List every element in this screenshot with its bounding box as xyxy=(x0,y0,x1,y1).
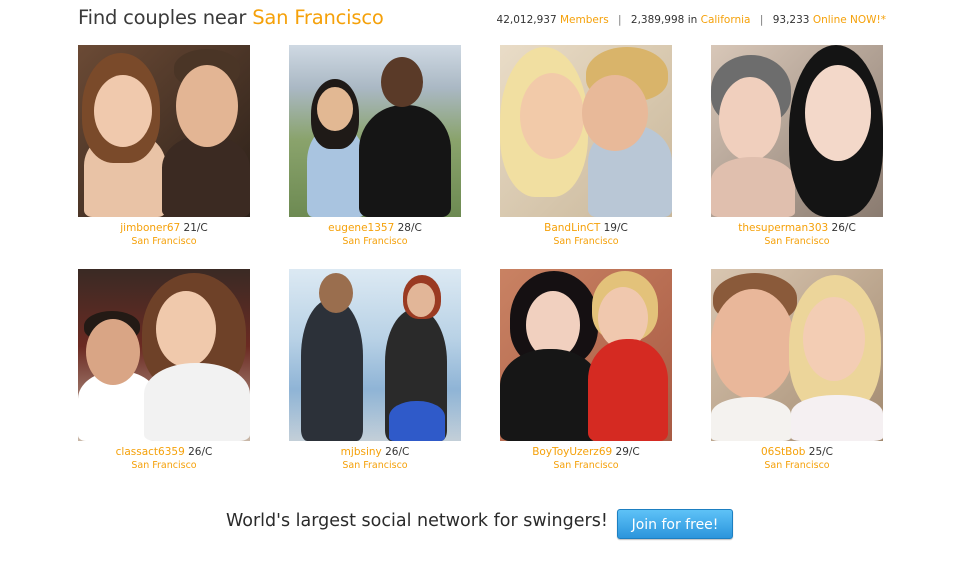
photo-figure xyxy=(805,65,871,161)
state-in-label: in xyxy=(687,14,698,26)
members-count: 42,012,937 xyxy=(496,14,557,26)
profile-age-type: 19/C xyxy=(603,222,628,234)
profile-username[interactable]: BoyToyUzerz69 xyxy=(532,446,612,458)
profile-username[interactable]: classact6359 xyxy=(116,446,185,458)
join-button[interactable]: Join for free! xyxy=(617,509,733,539)
site-stats: 42,012,937 Members | 2,389,998 in Califo… xyxy=(497,14,886,26)
profile-user-line: mjbsiny 26/C xyxy=(289,446,461,458)
photo-figure xyxy=(176,65,238,147)
profile-location[interactable]: San Francisco xyxy=(711,460,883,471)
profile-photo[interactable] xyxy=(78,45,250,217)
profile-username[interactable]: thesuperman303 xyxy=(738,222,828,234)
state-count: 2,389,998 xyxy=(630,14,685,26)
photo-figure xyxy=(319,273,353,313)
photo-figure xyxy=(144,363,250,441)
photo-figure xyxy=(711,157,795,217)
profile-user-line: thesuperman303 26/C xyxy=(711,222,883,234)
photo-figure xyxy=(719,77,781,161)
profile-username[interactable]: mjbsiny xyxy=(341,446,382,458)
profile-age-type: 21/C xyxy=(183,222,208,234)
profile-age-type: 26/C xyxy=(831,222,856,234)
profile-user-line: BoyToyUzerz69 29/C xyxy=(500,446,672,458)
profile-photo[interactable] xyxy=(500,45,672,217)
profile-photo[interactable] xyxy=(711,269,883,441)
page-title: Find couples near San Francisco xyxy=(78,6,384,29)
online-count: 93,233 xyxy=(772,14,810,26)
profile-username[interactable]: jimboner67 xyxy=(120,222,180,234)
profile-card[interactable]: BoyToyUzerz69 29/C San Francisco xyxy=(500,269,672,479)
photo-figure xyxy=(711,289,795,399)
profile-user-line: jimboner67 21/C xyxy=(78,222,250,234)
photo-figure xyxy=(588,339,668,441)
profile-card[interactable]: BandLinCT 19/C San Francisco xyxy=(500,45,672,255)
members-label[interactable]: Members xyxy=(560,14,609,26)
profile-photo[interactable] xyxy=(289,269,461,441)
profile-username[interactable]: eugene1357 xyxy=(328,222,394,234)
photo-figure xyxy=(86,319,140,385)
state-name[interactable]: California xyxy=(701,14,751,26)
photo-figure xyxy=(381,57,423,107)
profile-age-type: 28/C xyxy=(397,222,422,234)
profile-card[interactable]: thesuperman303 26/C San Francisco xyxy=(711,45,883,255)
footer-cta: World's largest social network for swing… xyxy=(0,506,960,540)
profile-grid: jimboner67 21/C San Francisco eugene1357… xyxy=(78,45,884,475)
profile-location[interactable]: San Francisco xyxy=(78,236,250,247)
photo-figure xyxy=(500,349,600,441)
photo-figure xyxy=(359,105,451,217)
profile-card[interactable]: classact6359 26/C San Francisco xyxy=(78,269,250,479)
profile-photo[interactable] xyxy=(78,269,250,441)
profile-age-type: 25/C xyxy=(808,446,833,458)
profile-username[interactable]: 06StBob xyxy=(761,446,805,458)
photo-figure xyxy=(156,291,216,367)
profile-location[interactable]: San Francisco xyxy=(500,460,672,471)
photo-figure xyxy=(791,395,883,441)
profile-user-line: classact6359 26/C xyxy=(78,446,250,458)
stats-divider: | xyxy=(759,14,764,26)
page-header: Find couples near San Francisco 42,012,9… xyxy=(78,6,886,36)
online-label[interactable]: Online NOW!* xyxy=(813,14,886,26)
profile-card[interactable]: mjbsiny 26/C San Francisco xyxy=(289,269,461,479)
photo-figure xyxy=(803,297,865,381)
photo-figure xyxy=(407,283,435,317)
profile-location[interactable]: San Francisco xyxy=(289,236,461,247)
photo-figure xyxy=(711,397,791,441)
profile-age-type: 29/C xyxy=(615,446,640,458)
profile-age-type: 26/C xyxy=(385,446,410,458)
profile-location[interactable]: San Francisco xyxy=(289,460,461,471)
profile-card[interactable]: jimboner67 21/C San Francisco xyxy=(78,45,250,255)
profile-location[interactable]: San Francisco xyxy=(78,460,250,471)
profile-card[interactable]: 06StBob 25/C San Francisco xyxy=(711,269,883,479)
profile-card[interactable]: eugene1357 28/C San Francisco xyxy=(289,45,461,255)
profile-username[interactable]: BandLinCT xyxy=(544,222,600,234)
profile-user-line: BandLinCT 19/C xyxy=(500,222,672,234)
page-title-prefix: Find couples near xyxy=(78,6,247,29)
profile-user-line: eugene1357 28/C xyxy=(289,222,461,234)
profile-photo[interactable] xyxy=(711,45,883,217)
photo-figure xyxy=(582,75,648,151)
profile-location[interactable]: San Francisco xyxy=(500,236,672,247)
photo-figure xyxy=(94,75,152,147)
photo-figure xyxy=(317,87,353,131)
profile-location[interactable]: San Francisco xyxy=(711,236,883,247)
profile-photo[interactable] xyxy=(289,45,461,217)
stats-divider: | xyxy=(618,14,622,26)
tagline: World's largest social network for swing… xyxy=(226,511,608,531)
profile-user-line: 06StBob 25/C xyxy=(711,446,883,458)
photo-figure xyxy=(301,299,363,441)
page-title-city[interactable]: San Francisco xyxy=(252,6,384,29)
photo-figure xyxy=(389,401,445,441)
photo-figure xyxy=(520,73,584,159)
photo-figure xyxy=(162,135,250,217)
profile-photo[interactable] xyxy=(500,269,672,441)
profile-age-type: 26/C xyxy=(188,446,213,458)
